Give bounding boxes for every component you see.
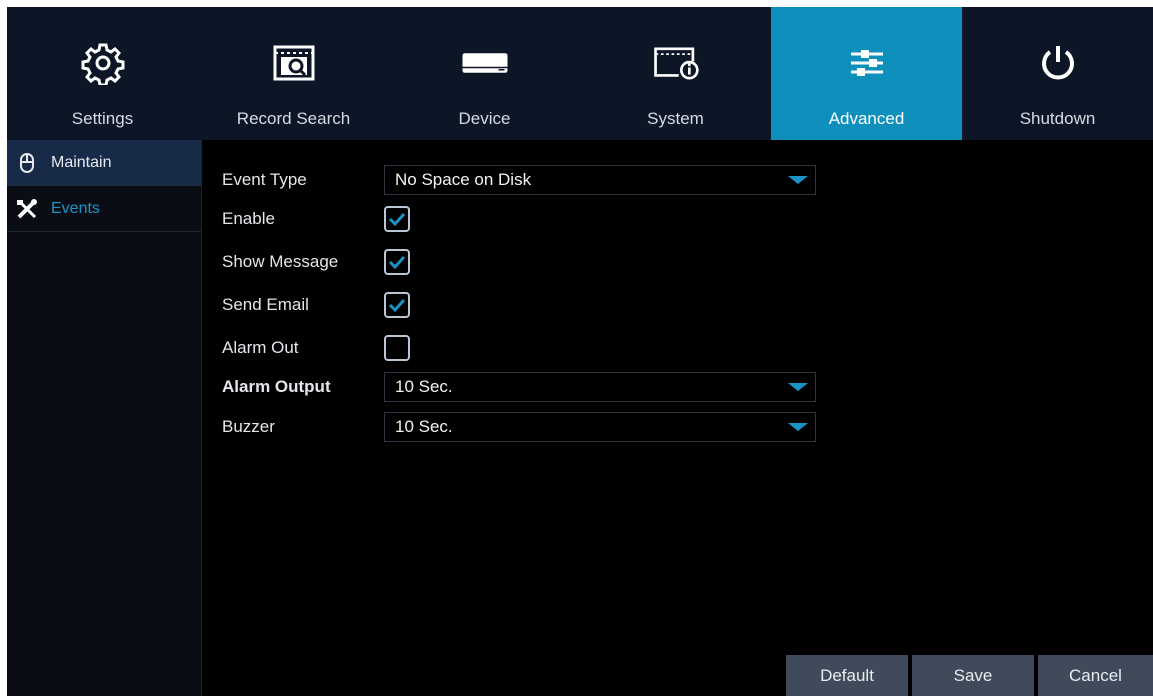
tab-shutdown-label: Shutdown bbox=[1019, 109, 1096, 128]
save-button[interactable]: Save bbox=[912, 655, 1034, 696]
hdd-device-icon bbox=[461, 39, 509, 87]
default-button[interactable]: Default bbox=[786, 655, 908, 696]
checkmark-icon bbox=[388, 255, 406, 270]
show-message-checkbox[interactable] bbox=[384, 249, 410, 275]
buzzer-value: 10 Sec. bbox=[395, 417, 453, 436]
sidebar: Maintain Events bbox=[7, 140, 202, 696]
dvr-screen: Settings Record Search Device System Adv… bbox=[7, 7, 1153, 696]
buzzer-row: Buzzer 10 Sec. bbox=[222, 410, 816, 444]
mouse-icon bbox=[15, 151, 39, 175]
alarm-output-label: Alarm Output bbox=[222, 377, 331, 396]
tab-settings-label: Settings bbox=[71, 109, 134, 128]
sliders-icon bbox=[843, 39, 891, 87]
alarm-out-label: Alarm Out bbox=[222, 338, 299, 357]
enable-checkbox[interactable] bbox=[384, 206, 410, 232]
send-email-row: Send Email bbox=[222, 288, 410, 322]
tab-shutdown[interactable]: Shutdown bbox=[962, 7, 1153, 140]
send-email-label: Send Email bbox=[222, 295, 309, 314]
show-message-label: Show Message bbox=[222, 252, 339, 271]
event-type-dropdown[interactable]: No Space on Disk bbox=[384, 165, 816, 195]
event-type-label: Event Type bbox=[222, 170, 307, 189]
top-nav: Settings Record Search Device System Adv… bbox=[7, 7, 1153, 140]
chevron-down-icon bbox=[785, 416, 811, 438]
checkmark-icon bbox=[388, 298, 406, 313]
gear-icon bbox=[79, 39, 127, 87]
buzzer-dropdown[interactable]: 10 Sec. bbox=[384, 412, 816, 442]
tab-settings[interactable]: Settings bbox=[7, 7, 198, 140]
tab-device-label: Device bbox=[458, 109, 511, 128]
show-message-row: Show Message bbox=[222, 245, 410, 279]
sidebar-item-label: Maintain bbox=[51, 153, 112, 171]
sidebar-item-label: Events bbox=[51, 199, 100, 217]
buzzer-label: Buzzer bbox=[222, 417, 275, 436]
tab-record-search-label: Record Search bbox=[236, 109, 351, 128]
tab-system[interactable]: System bbox=[580, 7, 771, 140]
record-search-icon bbox=[270, 39, 318, 87]
chevron-down-icon bbox=[785, 169, 811, 191]
alarm-out-row: Alarm Out bbox=[222, 331, 410, 365]
event-type-value: No Space on Disk bbox=[395, 170, 532, 189]
alarm-out-checkbox[interactable] bbox=[384, 335, 410, 361]
enable-row: Enable bbox=[222, 202, 410, 236]
system-info-icon bbox=[652, 39, 700, 87]
send-email-checkbox[interactable] bbox=[384, 292, 410, 318]
tools-icon bbox=[15, 197, 39, 221]
power-icon bbox=[1034, 39, 1082, 87]
alarm-output-dropdown[interactable]: 10 Sec. bbox=[384, 372, 816, 402]
alarm-output-value: 10 Sec. bbox=[395, 377, 453, 396]
enable-label: Enable bbox=[222, 209, 275, 228]
cancel-button[interactable]: Cancel bbox=[1038, 655, 1153, 696]
sidebar-item-maintain[interactable]: Maintain bbox=[7, 140, 201, 186]
sidebar-item-events[interactable]: Events bbox=[7, 186, 201, 232]
chevron-down-icon bbox=[785, 376, 811, 398]
event-type-row: Event Type No Space on Disk bbox=[222, 163, 816, 197]
tab-advanced-label: Advanced bbox=[828, 109, 905, 128]
tab-record-search[interactable]: Record Search bbox=[198, 7, 389, 140]
alarm-output-row: Alarm Output 10 Sec. bbox=[222, 370, 816, 404]
tab-device[interactable]: Device bbox=[389, 7, 580, 140]
tab-system-label: System bbox=[647, 109, 704, 128]
checkmark-icon bbox=[388, 212, 406, 227]
tab-advanced[interactable]: Advanced bbox=[771, 7, 962, 140]
